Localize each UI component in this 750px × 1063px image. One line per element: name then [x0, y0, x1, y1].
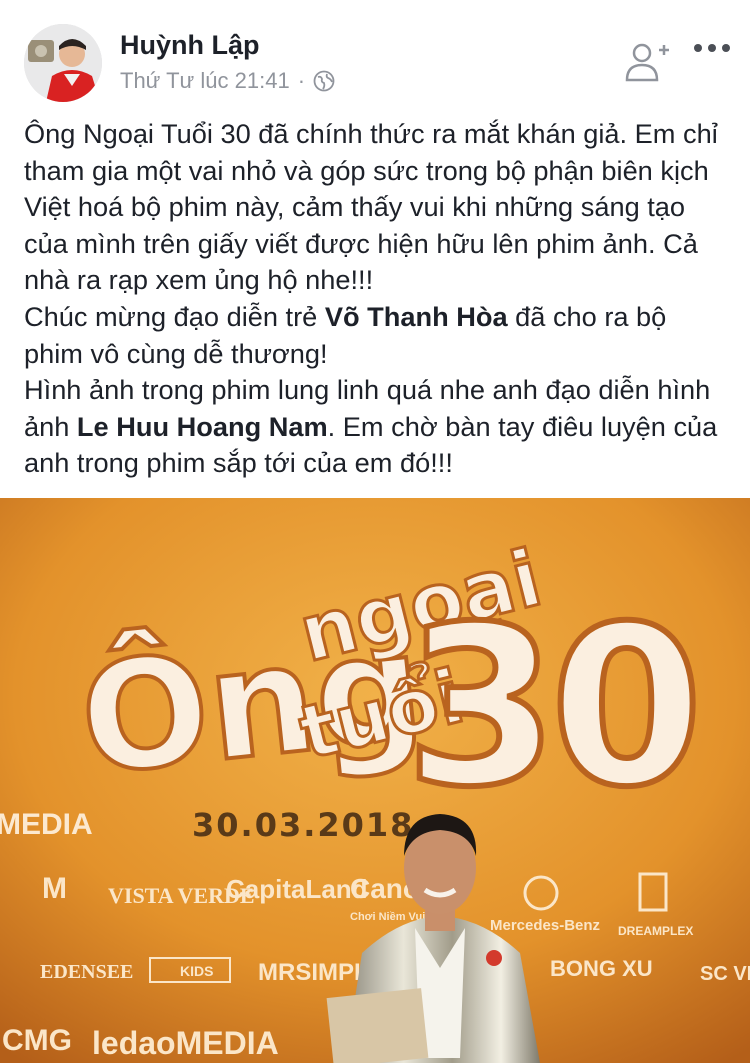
add-friend-icon[interactable]: [622, 40, 672, 84]
sponsor-mercedes: Mercedes-Benz: [490, 917, 600, 934]
sponsor-m-logo: M: [42, 872, 67, 905]
post-paragraph-3: Hình ảnh trong phim lung linh quá nhe an…: [24, 372, 730, 482]
meta-separator: ·: [297, 68, 306, 93]
title-number: 30: [405, 579, 695, 835]
post-header: Huỳnh Lập Thứ Tư lúc 21:41 ·: [0, 0, 750, 112]
author-name[interactable]: Huỳnh Lập: [120, 30, 260, 61]
p2-text-before: Chúc mừng đạo diễn trẻ: [24, 300, 325, 332]
release-date: 30.03.2018: [192, 806, 414, 844]
sponsor-bong-xu: BONG XU: [550, 956, 653, 981]
post-text: Ông Ngoại Tuổi 30 đã chính thức ra mắt k…: [24, 116, 730, 482]
sponsor-dreamplex: DREAMPLEX: [618, 924, 693, 938]
post-paragraph-2: Chúc mừng đạo diễn trẻ Võ Thanh Hòa đã c…: [24, 299, 730, 372]
sponsor-capitaland: CapitaLand: [226, 874, 368, 904]
post-meta: Thứ Tư lúc 21:41 ·: [120, 68, 335, 94]
held-poster: [326, 988, 429, 1063]
globe-icon: [313, 70, 335, 92]
sponsor-edensee: EDENSEE: [40, 961, 133, 983]
sponsor-cmg: CMG: [2, 1024, 72, 1057]
sponsor-media: MEDIA: [0, 808, 93, 841]
post-paragraph-1: Ông Ngoại Tuổi 30 đã chính thức ra mắt k…: [24, 118, 718, 296]
sponsor-sc-vivo: SC VIVO: [700, 963, 750, 985]
sponsor-ledao-media: ledaoMEDIA: [92, 1025, 279, 1061]
more-options-icon[interactable]: [690, 38, 734, 58]
author-avatar[interactable]: [24, 24, 102, 102]
cinematographer-mention[interactable]: Le Huu Hoang Nam: [77, 411, 328, 442]
post-timestamp[interactable]: Thứ Tư lúc 21:41: [120, 68, 290, 94]
sponsor-kids: KIDS: [180, 963, 213, 979]
director-mention[interactable]: Võ Thanh Hòa: [325, 301, 508, 332]
post-photo[interactable]: Ông ngoại tuổi 30 30.03.2018 MEDIA M VIS…: [0, 498, 750, 1063]
